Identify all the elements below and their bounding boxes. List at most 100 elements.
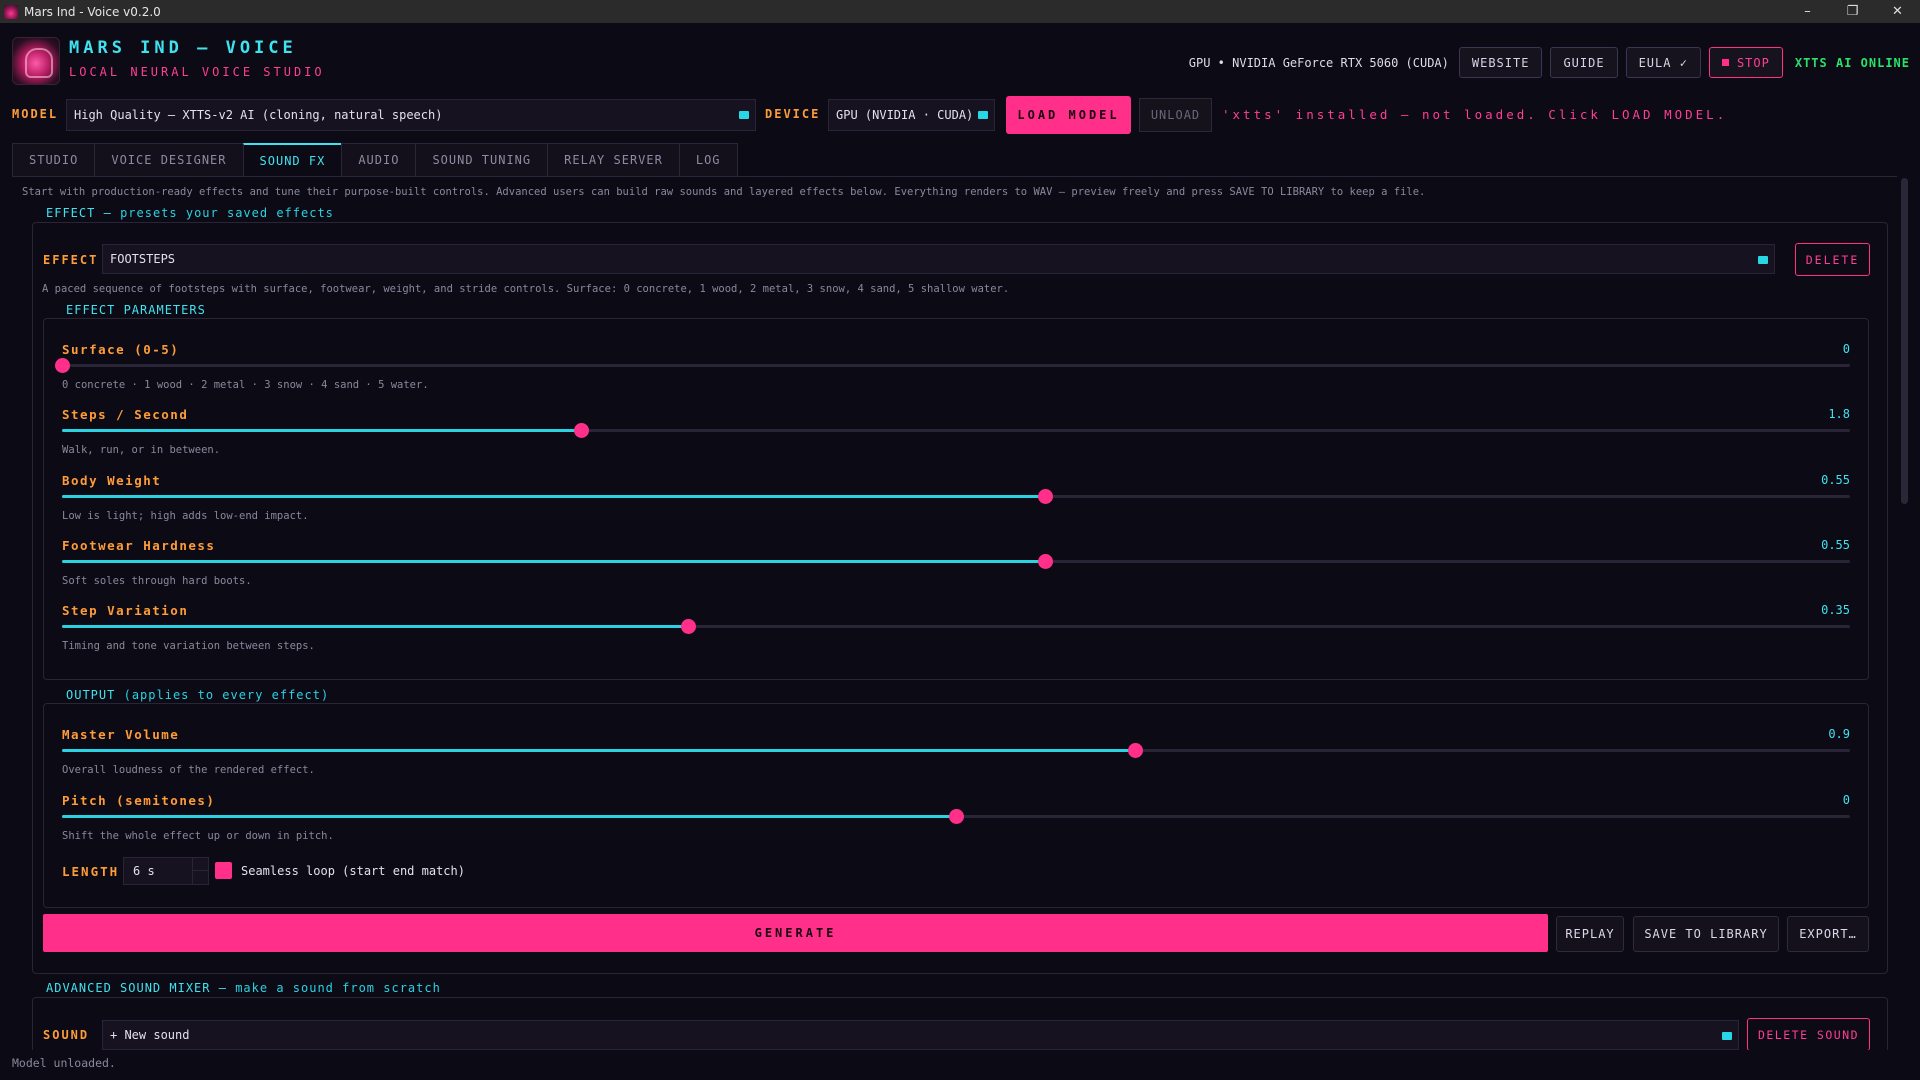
scrollbar-thumb[interactable] — [1901, 178, 1908, 504]
effect-label: EFFECT — [43, 253, 99, 267]
slider-fill — [62, 749, 1135, 752]
slider-fill — [62, 495, 1046, 498]
load-model-button[interactable]: LOAD MODEL — [1006, 96, 1131, 134]
seamless-loop-label: Seamless loop (start end match) — [241, 864, 465, 878]
param-description: Timing and tone variation between steps. — [62, 640, 315, 652]
slider-handle[interactable] — [1038, 554, 1054, 569]
tab-voice-designer[interactable]: VOICE DESIGNER — [94, 143, 243, 177]
minimize-button[interactable]: – — [1785, 0, 1830, 23]
length-spinbox[interactable]: 6 s — [123, 857, 209, 885]
gpu-info: GPU • NVIDIA GeForce RTX 5060 (CUDA) — [1188, 55, 1449, 70]
slider-handle[interactable] — [949, 809, 964, 824]
output-title-main: OUTPUT — [66, 688, 116, 702]
delete-effect-button[interactable]: DELETE — [1795, 243, 1870, 276]
param-name: Footwear Hardness — [62, 538, 216, 553]
dropdown-arrow-icon — [978, 111, 988, 119]
device-select[interactable]: GPU (NVIDIA · CUDA) — [828, 99, 995, 131]
tab-log[interactable]: LOG — [678, 143, 738, 177]
status-text: Model unloaded. — [12, 1056, 116, 1070]
app-logo — [12, 37, 60, 85]
replay-button[interactable]: REPLAY — [1556, 916, 1624, 952]
param-name: Step Variation — [62, 603, 189, 618]
maximize-button[interactable]: ❐ — [1830, 0, 1875, 23]
slider-fill — [62, 560, 1046, 563]
model-label: MODEL — [12, 107, 59, 121]
spin-arrows-icon[interactable] — [192, 858, 208, 884]
param-value: 0 — [1842, 793, 1850, 807]
output-title-rest: (applies to every effect) — [123, 688, 330, 702]
param-description: Low is light; high adds low-end impact. — [62, 510, 309, 522]
tab-studio[interactable]: STUDIO — [12, 143, 95, 177]
status-bar: Model unloaded. — [0, 1050, 1920, 1080]
effect-group-title-main: EFFECT — [46, 206, 96, 220]
dropdown-arrow-icon — [1758, 256, 1768, 264]
guide-button[interactable]: GUIDE — [1550, 47, 1618, 78]
brand-title: MARS IND — VOICE — [69, 38, 297, 58]
close-button[interactable]: ✕ — [1875, 0, 1920, 23]
window-controls: – ❐ ✕ — [1785, 0, 1920, 23]
tab-relay-server[interactable]: RELAY SERVER — [547, 143, 679, 177]
slider-handle[interactable] — [1127, 743, 1143, 758]
param-name: Pitch (semitones) — [62, 793, 216, 808]
delete-sound-button[interactable]: DELETE SOUND — [1747, 1018, 1870, 1051]
slider-track[interactable] — [62, 619, 1850, 634]
slider-track[interactable] — [62, 743, 1850, 758]
param-master-volume: Master Volume 0.9 Overall loudness of th… — [62, 727, 1850, 783]
intro-text: Start with production-ready effects and … — [22, 186, 1426, 198]
mixer-title-rest: make a sound from scratch — [235, 981, 441, 995]
effect-group-title-dash: — — [103, 206, 112, 220]
effect-parameters-title: EFFECT PARAMETERS — [60, 303, 212, 317]
tab-sound-tuning[interactable]: SOUND TUNING — [415, 143, 548, 177]
tab-sound-fx[interactable]: SOUND FX — [242, 143, 342, 177]
param-description: 0 concrete · 1 wood · 2 metal · 3 snow ·… — [62, 379, 429, 391]
eula-button[interactable]: EULA ✓ — [1625, 47, 1701, 78]
param-name: Master Volume — [62, 727, 180, 742]
slider-track[interactable] — [62, 809, 1850, 824]
output-group-title: OUTPUT (applies to every effect) — [60, 688, 336, 702]
slider-fill — [62, 625, 688, 628]
slider-handle[interactable] — [1038, 489, 1054, 504]
website-button[interactable]: WEBSITE — [1458, 47, 1543, 78]
param-value: 1.8 — [1828, 407, 1850, 421]
model-select[interactable]: High Quality — XTTS-v2 AI (cloning, natu… — [66, 99, 756, 131]
tab-audio[interactable]: AUDIO — [341, 143, 416, 177]
param-footwear-hardness: Footwear Hardness 0.55 Soft soles throug… — [62, 538, 1850, 594]
stop-label: STOP — [1736, 55, 1770, 70]
length-label: LENGTH — [62, 864, 120, 879]
param-description: Soft soles through hard boots. — [62, 575, 252, 587]
save-to-library-button[interactable]: SAVE TO LIBRARY — [1633, 916, 1779, 952]
slider-handle[interactable] — [573, 423, 589, 438]
seamless-loop-checkbox[interactable] — [215, 862, 232, 879]
app-icon — [4, 4, 18, 19]
slider-fill — [62, 815, 956, 818]
slider-track[interactable] — [62, 423, 1850, 438]
ai-online-status: XTTS AI ONLINE — [1794, 55, 1910, 70]
generate-button[interactable]: GENERATE — [43, 914, 1548, 952]
stop-button[interactable]: STOP — [1708, 47, 1783, 78]
slider-handle[interactable] — [680, 619, 696, 634]
param-pitch: Pitch (semitones) 0 Shift the whole effe… — [62, 793, 1850, 849]
slider-track[interactable] — [62, 489, 1850, 504]
param-value: 0.55 — [1821, 473, 1850, 487]
stop-icon — [1721, 59, 1729, 66]
length-value: 6 s — [133, 864, 155, 878]
slider-track[interactable] — [62, 554, 1850, 569]
dropdown-arrow-icon — [1722, 1032, 1732, 1040]
window-title: Mars Ind - Voice v0.2.0 — [24, 4, 161, 19]
param-description: Overall loudness of the rendered effect. — [62, 764, 315, 776]
effect-select[interactable]: FOOTSTEPS — [102, 244, 1775, 274]
slider-handle[interactable] — [55, 358, 70, 373]
effect-group-title: EFFECT — presets your saved effects — [40, 206, 340, 220]
window-titlebar: Mars Ind - Voice v0.2.0 – ❐ ✕ — [0, 0, 1920, 23]
unload-button[interactable]: UNLOAD — [1139, 98, 1212, 132]
main-scrollbar[interactable] — [1898, 176, 1910, 1046]
sound-select[interactable]: + New sound — [102, 1020, 1739, 1050]
sound-mixer-title: ADVANCED SOUND MIXER — make a sound from… — [40, 981, 447, 995]
export-button[interactable]: EXPORT… — [1787, 916, 1869, 952]
slider-track[interactable] — [55, 358, 1850, 373]
sound-select-value: + New sound — [110, 1028, 190, 1042]
mixer-title-dash: — — [218, 981, 227, 995]
effect-description: A paced sequence of footsteps with surfa… — [42, 283, 1010, 295]
mixer-title-main: ADVANCED SOUND MIXER — [46, 981, 211, 995]
param-value: 0.9 — [1828, 727, 1850, 741]
